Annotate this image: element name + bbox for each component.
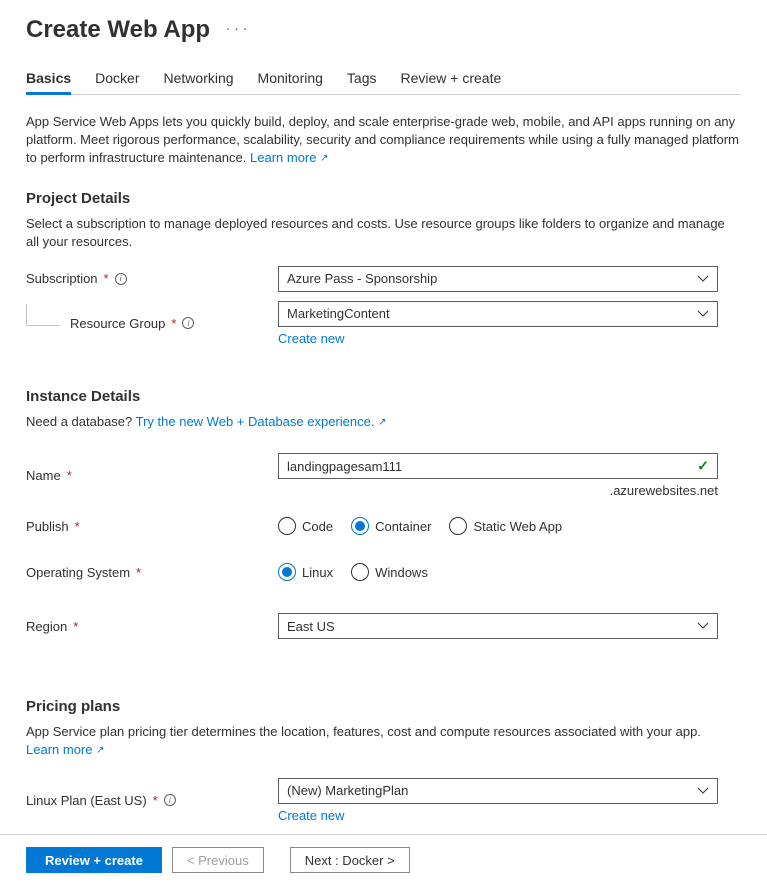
region-label: Region bbox=[26, 619, 67, 634]
more-icon[interactable]: · · · bbox=[226, 20, 248, 36]
resource-group-select[interactable]: MarketingContent bbox=[278, 301, 718, 327]
chevron-down-icon bbox=[697, 785, 709, 797]
web-database-link[interactable]: Try the new Web + Database experience. ↗ bbox=[136, 414, 387, 429]
chevron-down-icon bbox=[697, 273, 709, 285]
info-icon[interactable]: i bbox=[164, 794, 176, 806]
os-option-windows[interactable]: Windows bbox=[351, 563, 428, 581]
region-select[interactable]: East US bbox=[278, 613, 718, 639]
publish-option-code[interactable]: Code bbox=[278, 517, 333, 535]
required-indicator: * bbox=[104, 271, 109, 286]
intro-text: App Service Web Apps lets you quickly bu… bbox=[26, 113, 741, 168]
external-link-icon: ↗ bbox=[378, 417, 386, 428]
info-icon[interactable]: i bbox=[182, 317, 194, 329]
external-link-icon: ↗ bbox=[96, 745, 104, 756]
linux-plan-value: (New) MarketingPlan bbox=[287, 783, 408, 798]
publish-radio-group: Code Container Static Web App bbox=[278, 517, 718, 535]
learn-more-link[interactable]: Learn more ↗ bbox=[250, 150, 329, 165]
region-value: East US bbox=[287, 619, 335, 634]
publish-option-container[interactable]: Container bbox=[351, 517, 431, 535]
previous-button[interactable]: < Previous bbox=[172, 847, 264, 873]
info-icon[interactable]: i bbox=[115, 273, 127, 285]
subscription-label: Subscription bbox=[26, 271, 98, 286]
required-indicator: * bbox=[67, 468, 72, 483]
chevron-down-icon bbox=[697, 620, 709, 632]
external-link-icon: ↗ bbox=[320, 153, 328, 164]
linux-plan-label: Linux Plan (East US) bbox=[26, 793, 147, 808]
create-new-plan-link[interactable]: Create new bbox=[278, 808, 344, 823]
tab-tags[interactable]: Tags bbox=[347, 64, 377, 94]
subscription-select[interactable]: Azure Pass - Sponsorship bbox=[278, 266, 718, 292]
publish-option-static[interactable]: Static Web App bbox=[449, 517, 562, 535]
tab-monitoring[interactable]: Monitoring bbox=[258, 64, 323, 94]
required-indicator: * bbox=[75, 519, 80, 534]
required-indicator: * bbox=[73, 619, 78, 634]
intro-body: App Service Web Apps lets you quickly bu… bbox=[26, 114, 739, 165]
linux-plan-select[interactable]: (New) MarketingPlan bbox=[278, 778, 718, 804]
database-prompt: Need a database? Try the new Web + Datab… bbox=[26, 413, 741, 431]
resource-group-value: MarketingContent bbox=[287, 306, 390, 321]
os-radio-group: Linux Windows bbox=[278, 563, 718, 581]
tab-networking[interactable]: Networking bbox=[164, 64, 234, 94]
name-value: landingpagesam111 bbox=[287, 459, 402, 474]
required-indicator: * bbox=[136, 565, 141, 580]
tab-review-create[interactable]: Review + create bbox=[401, 64, 502, 94]
required-indicator: * bbox=[153, 793, 158, 808]
next-button[interactable]: Next : Docker > bbox=[290, 847, 410, 873]
instance-details-heading: Instance Details bbox=[26, 388, 741, 405]
resource-group-label: Resource Group bbox=[70, 316, 165, 331]
footer: Review + create < Previous Next : Docker… bbox=[0, 834, 767, 887]
pricing-desc: App Service plan pricing tier determines… bbox=[26, 723, 741, 759]
project-details-desc: Select a subscription to manage deployed… bbox=[26, 215, 741, 251]
tree-connector bbox=[26, 304, 60, 326]
domain-suffix: .azurewebsites.net bbox=[278, 483, 718, 498]
create-new-rg-link[interactable]: Create new bbox=[278, 331, 344, 346]
name-label: Name bbox=[26, 468, 61, 483]
pricing-learn-more-link[interactable]: Learn more ↗ bbox=[26, 742, 105, 757]
tab-basics[interactable]: Basics bbox=[26, 64, 71, 94]
tabs: Basics Docker Networking Monitoring Tags… bbox=[26, 64, 741, 95]
subscription-value: Azure Pass - Sponsorship bbox=[287, 271, 437, 286]
tab-docker[interactable]: Docker bbox=[95, 64, 139, 94]
os-label: Operating System bbox=[26, 565, 130, 580]
os-option-linux[interactable]: Linux bbox=[278, 563, 333, 581]
pricing-plans-heading: Pricing plans bbox=[26, 698, 741, 715]
page-title: Create Web App bbox=[26, 16, 210, 44]
valid-check-icon: ✓ bbox=[697, 458, 709, 475]
chevron-down-icon bbox=[697, 308, 709, 320]
project-details-heading: Project Details bbox=[26, 190, 741, 207]
review-create-button[interactable]: Review + create bbox=[26, 847, 162, 873]
publish-label: Publish bbox=[26, 519, 69, 534]
required-indicator: * bbox=[171, 316, 176, 331]
name-input[interactable]: landingpagesam111 ✓ bbox=[278, 453, 718, 479]
